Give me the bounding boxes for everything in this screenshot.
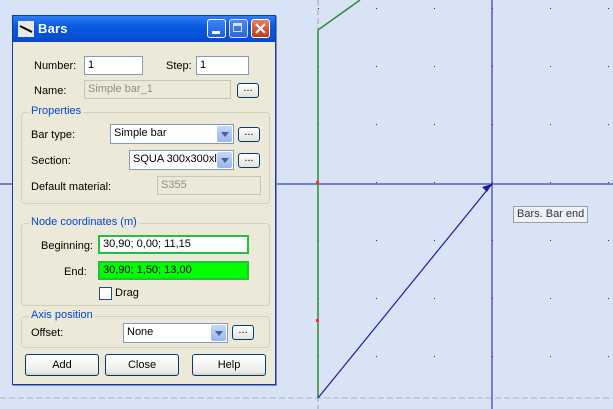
grid-dot [434,66,435,67]
grid-dot [550,298,551,299]
add-button[interactable]: Add [25,354,99,376]
grid-dot [434,124,435,125]
grid-dot [434,182,435,183]
bar-type-browse-button[interactable]: ... [238,127,260,142]
dialog-titlebar[interactable]: Bars [13,16,275,42]
offset-value: None [127,326,154,338]
grid-dot [376,124,377,125]
name-field: Simple bar_1 [84,80,231,99]
node-coordinates-group-title: Node coordinates (m) [29,216,139,228]
maximize-button[interactable] [229,19,248,38]
bar-tool-icon [18,21,34,37]
minimize-button[interactable] [207,19,226,38]
beginning-label: Beginning: [41,240,93,252]
offset-label: Offset: [31,327,64,339]
grid-dot [376,182,377,183]
grid-dot [550,182,551,183]
grid-dot [318,8,319,9]
maximize-icon [233,23,242,32]
chevron-down-icon[interactable] [211,325,226,341]
grid-dot [376,66,377,67]
step-label: Step: [166,60,192,72]
cursor-tooltip: Bars. Bar end [513,206,589,223]
properties-group-title: Properties [29,105,84,117]
grid-dot [550,124,551,125]
close-window-button[interactable] [251,19,270,38]
grid-dot [608,182,609,183]
grid-dot [608,240,609,241]
new-bar-line [317,183,493,399]
dialog-title: Bars [38,21,68,36]
grid-dot [608,356,609,357]
chevron-down-icon[interactable] [217,152,232,168]
grid-dot [434,298,435,299]
offset-dropdown[interactable]: None [123,323,228,343]
number-label: Number: [34,60,77,72]
grid-dots [318,8,609,357]
grid-dot [550,8,551,9]
bar-type-label: Bar type: [31,129,76,141]
grid-dot [608,298,609,299]
section-label: Section: [31,155,71,167]
grid-dot [550,240,551,241]
bar-type-value: Simple bar [114,127,167,139]
close-icon [255,23,266,34]
close-button[interactable]: Close [105,354,179,376]
bars-dialog: Bars Number: 1 Step: 1 Name: Simple bar_… [12,15,276,385]
grid-dot [376,356,377,357]
beginning-coordinates-field[interactable]: 30,90; 0,00; 11,15 [98,235,249,254]
offset-browse-button[interactable]: ... [232,325,254,340]
grid-dot [376,8,377,9]
name-browse-button[interactable]: ... [237,83,259,98]
help-button[interactable]: Help [192,354,266,376]
section-browse-button[interactable]: ... [238,153,260,168]
grid-dot [550,356,551,357]
grid-dot [376,240,377,241]
grid-dot [434,356,435,357]
default-material-label: Default material: [31,181,112,193]
grid-dot [434,8,435,9]
name-label: Name: [34,85,67,97]
end-label: End: [64,266,87,278]
grid-dot [608,124,609,125]
minimize-icon [212,31,220,34]
chevron-down-icon[interactable] [217,126,232,142]
number-field[interactable]: 1 [84,56,143,75]
node-marker [316,181,319,184]
axis-position-group-title: Axis position [29,309,95,321]
section-dropdown[interactable]: SQUA 300x300xl [129,150,234,170]
grid-dot [550,66,551,67]
existing-bar [317,0,361,398]
grid-dot [608,66,609,67]
drag-label: Drag [115,287,139,299]
grid-dot [376,298,377,299]
grid-dot [434,240,435,241]
bar-end-arrow [482,184,492,192]
drag-checkbox[interactable] [99,287,112,300]
end-coordinates-field[interactable]: 30,90; 1,50; 13,00 [98,261,249,280]
grid-dot [608,8,609,9]
node-marker [316,319,319,322]
default-material-field: S355 [157,176,261,195]
step-field[interactable]: 1 [196,56,249,75]
bar-type-dropdown[interactable]: Simple bar [110,124,234,144]
section-value: SQUA 300x300xl [133,153,217,165]
